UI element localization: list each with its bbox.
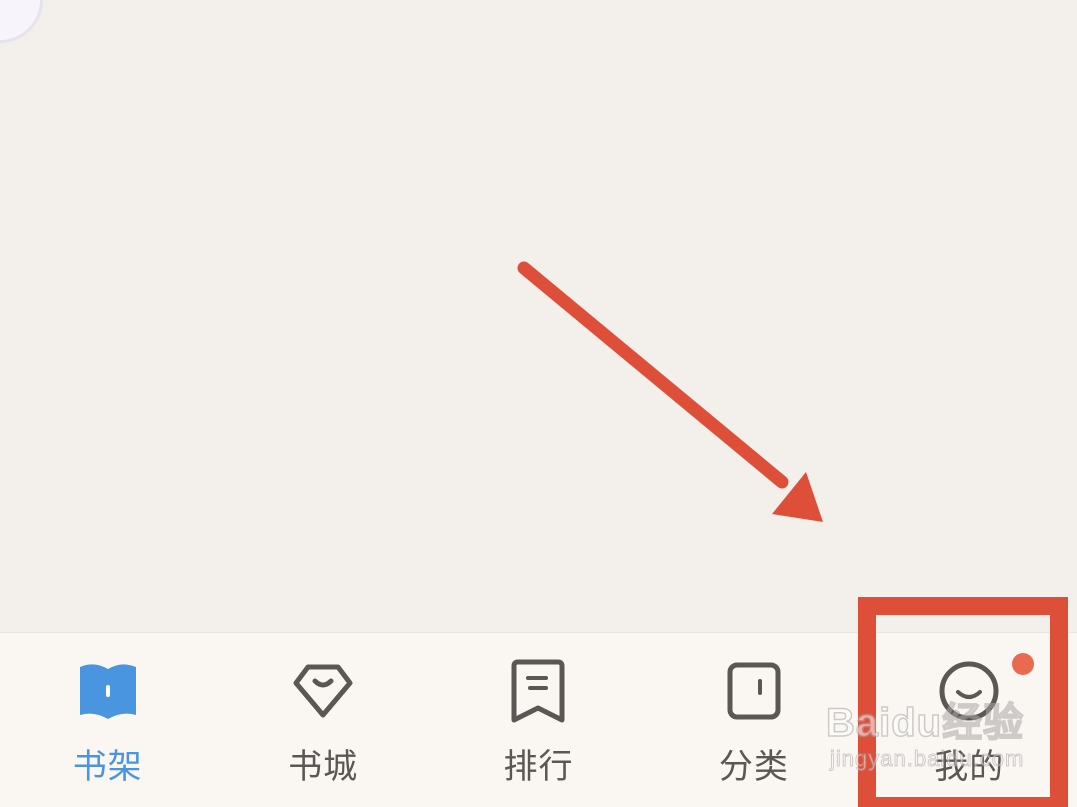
tab-category[interactable]: 分类 (646, 633, 861, 807)
tab-ranking[interactable]: 排行 (431, 633, 646, 807)
annotation-arrow (517, 261, 823, 522)
tab-category-label: 分类 (718, 747, 789, 787)
tab-profile[interactable]: 我的 (862, 633, 1077, 807)
bookshelf-icon (72, 655, 144, 727)
tab-bookshelf[interactable]: 书架 (0, 633, 215, 807)
tab-profile-label: 我的 (934, 747, 1005, 787)
floating-action-button[interactable] (0, 0, 40, 40)
notification-badge (1011, 653, 1034, 675)
tab-bookshelf-label: 书架 (72, 747, 143, 787)
profile-smile-icon (933, 655, 1005, 727)
category-icon (718, 655, 790, 727)
bottom-tab-bar: 书架 书城 排行 分类 我的 (0, 632, 1077, 807)
app-screen: 书架 书城 排行 分类 我的 Baidu经验 jingyan.baidu.com (0, 0, 1077, 807)
tab-bookstore[interactable]: 书城 (215, 633, 430, 807)
tab-bookstore-label: 书城 (288, 747, 359, 787)
bookstore-icon (287, 655, 359, 727)
tab-ranking-label: 排行 (503, 747, 574, 787)
ranking-icon (502, 655, 574, 727)
